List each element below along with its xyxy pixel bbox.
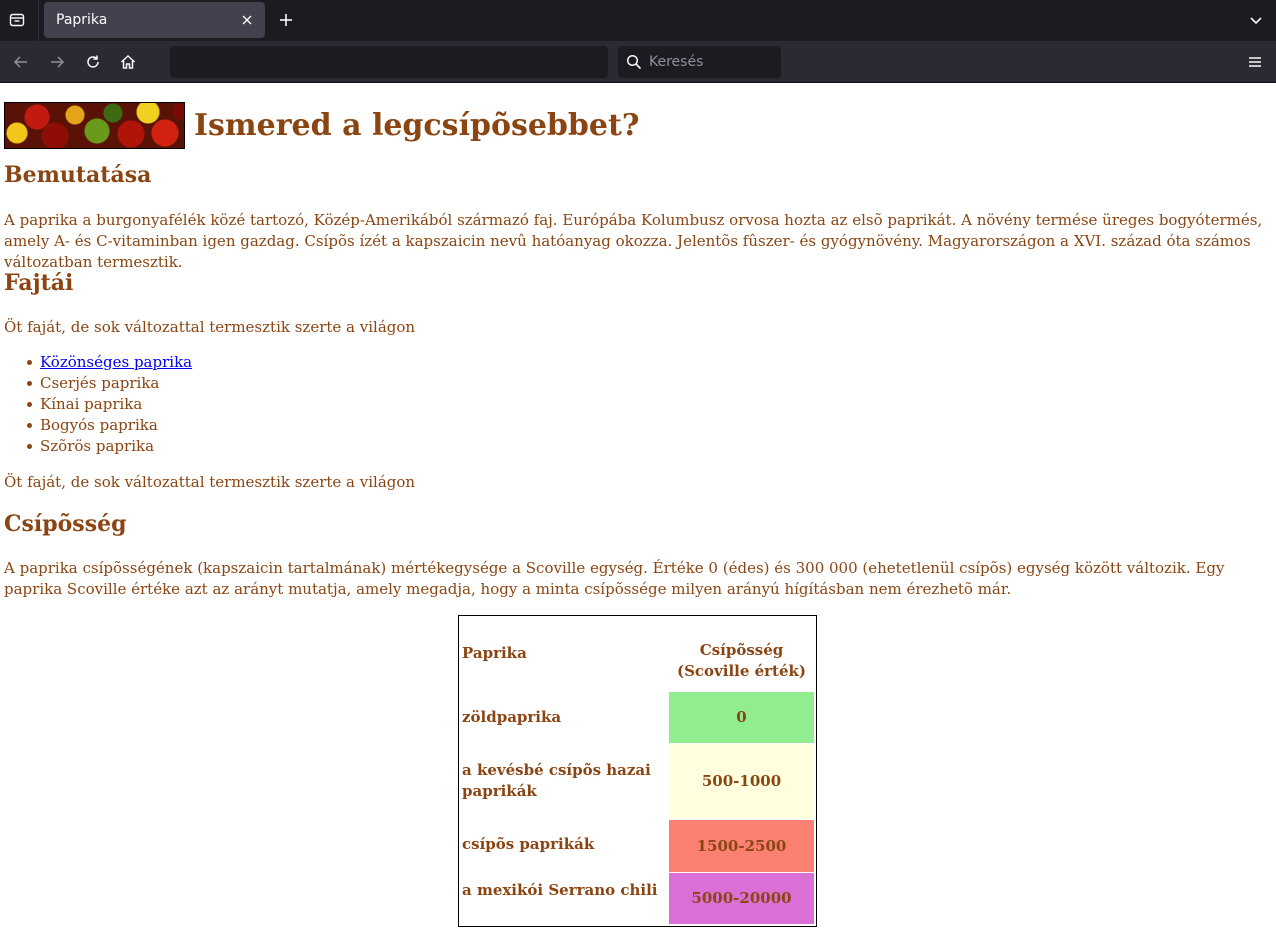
types-list: Közönséges paprika Cserjés paprika Kínai… xyxy=(26,352,192,457)
home-icon[interactable] xyxy=(117,51,139,73)
types-paragraph-after: Öt faját, de sok változattal termesztik … xyxy=(4,473,416,491)
peppers-banner-image xyxy=(4,102,185,149)
forward-arrow-icon[interactable] xyxy=(46,51,68,73)
reload-icon[interactable] xyxy=(82,51,104,73)
page-content: Ismered a legcsípõsebbet? Bemutatása A p… xyxy=(0,83,1276,945)
section-heading-heat: Csípõsség xyxy=(4,511,127,537)
table-row-label: a kevésbé csípõs hazai paprikák xyxy=(462,761,651,800)
plus-icon[interactable] xyxy=(276,10,296,30)
url-input[interactable] xyxy=(170,46,608,78)
table-row-label: zöldpaprika xyxy=(462,708,562,726)
back-arrow-icon[interactable] xyxy=(10,51,32,73)
table-row-label: a mexikói Serrano chili xyxy=(462,881,658,899)
search-icon xyxy=(626,54,642,70)
table-row-value: 500-1000 xyxy=(669,744,814,819)
tab-title: Paprika xyxy=(56,12,108,28)
search-input[interactable]: Keresés xyxy=(618,46,781,78)
types-paragraph-before: Öt faját, de sok változattal termesztik … xyxy=(4,318,416,336)
list-item: Szõrös paprika xyxy=(26,436,192,457)
list-item: Kínai paprika xyxy=(26,394,192,415)
intro-paragraph: A paprika a burgonyafélék közé tartozó, … xyxy=(4,211,1263,271)
hamburger-menu-icon[interactable] xyxy=(1244,51,1266,73)
section-heading-types: Fajtái xyxy=(4,270,74,296)
list-item-link[interactable]: Közönséges paprika xyxy=(26,352,192,373)
navigation-toolbar: Keresés xyxy=(0,41,1276,83)
table-header-scoville: Csípõsség (Scoville érték) xyxy=(669,623,814,699)
heat-paragraph: A paprika csípõsségének (kapszaicin tart… xyxy=(4,559,1225,598)
page-title: Ismered a legcsípõsebbet? xyxy=(194,108,640,143)
page-header: Ismered a legcsípõsebbet? xyxy=(4,102,639,149)
section-heading-intro: Bemutatása xyxy=(4,162,152,188)
close-icon[interactable] xyxy=(239,12,255,28)
list-item: Cserjés paprika xyxy=(26,373,192,394)
table-row-value: 5000-20000 xyxy=(669,873,814,924)
tab-separator xyxy=(38,0,39,41)
table-header-scoville-label: Csípõsség (Scoville érték) xyxy=(676,641,807,680)
table-row-label: csípõs paprikák xyxy=(462,835,595,853)
search-placeholder: Keresés xyxy=(649,54,704,70)
table-row-value: 1500-2500 xyxy=(669,820,814,872)
table-header-pepper: Paprika xyxy=(462,644,527,662)
tab-active[interactable]: Paprika xyxy=(44,2,265,38)
tab-bar: Paprika xyxy=(0,0,1276,41)
firefox-view-icon[interactable] xyxy=(6,9,28,31)
list-item: Bogyós paprika xyxy=(26,415,192,436)
scoville-table: Paprika Csípõsség (Scoville érték) zöldp… xyxy=(458,615,817,927)
table-row-value: 0 xyxy=(669,692,814,743)
chevron-down-icon[interactable] xyxy=(1246,10,1266,30)
